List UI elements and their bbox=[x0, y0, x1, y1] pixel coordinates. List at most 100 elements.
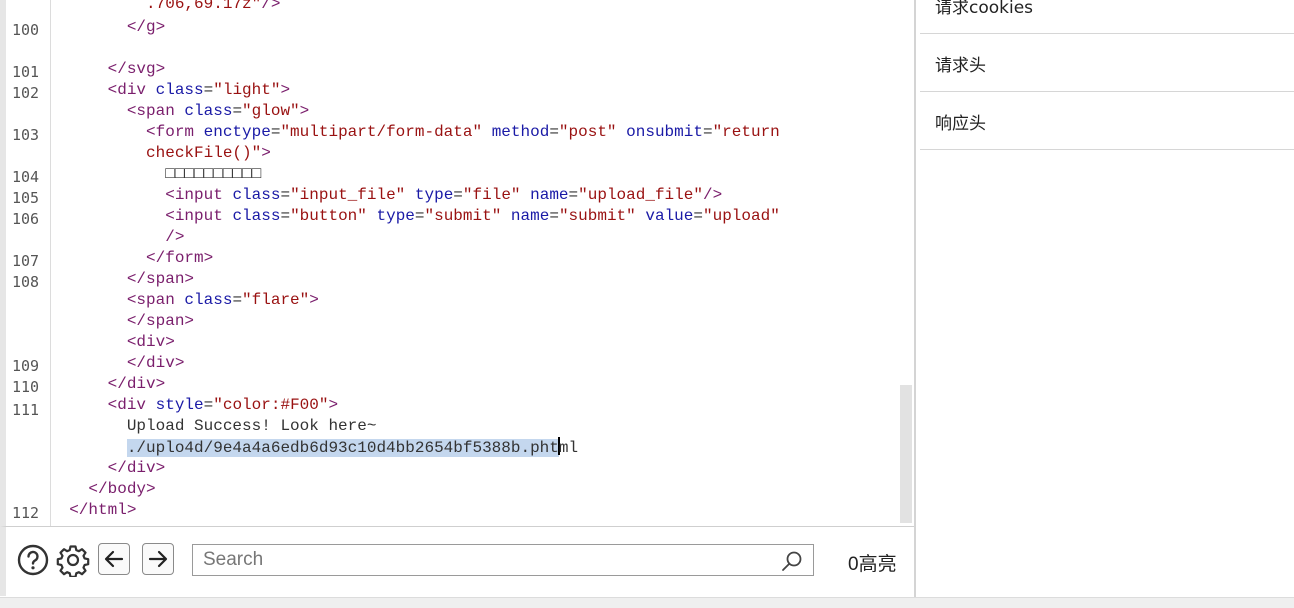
code-token: /> bbox=[702, 186, 723, 204]
code-line: </div> bbox=[50, 353, 185, 374]
code-token: > bbox=[299, 102, 310, 120]
code-line: <div style="color:#F00"> bbox=[50, 395, 338, 416]
code-token: method bbox=[491, 123, 550, 141]
code-token: "glow" bbox=[242, 102, 300, 120]
line-number: 106 bbox=[12, 210, 40, 228]
forward-button[interactable] bbox=[142, 543, 174, 575]
code-area[interactable]: .706,69.17z"/> </g> </svg> <div class="l… bbox=[50, 0, 898, 526]
code-token: = bbox=[280, 207, 291, 225]
selected-text: ./uplo4d/9e4a4a6edb6d93c10d4bb2654bf5388… bbox=[126, 439, 559, 457]
code-token: class bbox=[232, 186, 281, 204]
code-token: </ bbox=[107, 459, 127, 477]
code-token: > bbox=[261, 144, 271, 162]
code-token: "submit" bbox=[558, 207, 636, 225]
code-token: = bbox=[549, 207, 559, 225]
code-token: > bbox=[155, 60, 166, 78]
arrow-left-icon bbox=[104, 550, 124, 568]
code-token: class bbox=[184, 102, 233, 120]
code-line: </g> bbox=[50, 17, 165, 38]
code-token: /> bbox=[261, 0, 281, 13]
code-token: </ bbox=[107, 60, 127, 78]
code-line: /> bbox=[50, 227, 184, 248]
code-token: <span bbox=[126, 102, 185, 120]
code-token: enctype bbox=[203, 123, 271, 141]
code-token: "input_file" bbox=[290, 186, 406, 204]
line-number: 108 bbox=[12, 273, 40, 291]
code-line: Upload Success! Look here~ bbox=[50, 416, 377, 437]
code-token: span bbox=[146, 312, 185, 330]
code-token: class bbox=[184, 291, 233, 309]
code-line: </div> bbox=[50, 374, 166, 395]
code-token: body bbox=[107, 480, 147, 498]
code-line: </body> bbox=[50, 479, 155, 500]
magnifier-icon[interactable] bbox=[781, 550, 803, 576]
code-token: "return bbox=[712, 123, 780, 141]
back-button[interactable] bbox=[98, 543, 130, 575]
code-token: "submit" bbox=[424, 207, 502, 225]
search-box bbox=[192, 544, 814, 576]
line-number-gutter: 100 101 102 103 104 105 106 107 108 109 110 111 112 bbox=[6, 0, 51, 526]
code-token: = bbox=[270, 123, 281, 141]
code-token: div bbox=[126, 375, 156, 393]
code-token: <input bbox=[165, 186, 233, 204]
bottom-toolbar: 0高亮 bbox=[0, 526, 914, 596]
code-line: <form enctype="multipart/form-data" meth… bbox=[50, 122, 780, 143]
code-token: "light" bbox=[213, 81, 281, 99]
code-token: "file" bbox=[462, 186, 521, 204]
code-token: form bbox=[165, 249, 204, 267]
vertical-scrollbar[interactable] bbox=[900, 385, 912, 523]
code-token: name bbox=[530, 186, 569, 204]
code-line: <input class="input_file" type="file" na… bbox=[50, 185, 722, 206]
code-token: "upload_file" bbox=[578, 186, 703, 204]
code-token: </ bbox=[107, 375, 127, 393]
code-line: </form> bbox=[50, 248, 213, 269]
code-token: = bbox=[280, 186, 291, 204]
side-item-request-cookies[interactable]: 请求cookies bbox=[920, 0, 1294, 34]
side-item-label: 响应头 bbox=[935, 114, 986, 134]
code-token: /> bbox=[165, 228, 185, 246]
gear-icon[interactable] bbox=[56, 543, 90, 578]
code-token: = bbox=[549, 123, 559, 141]
code-token: html bbox=[88, 501, 127, 519]
code-line: <div> bbox=[50, 332, 175, 353]
code-token: > bbox=[203, 249, 214, 267]
code-token: type bbox=[414, 186, 454, 204]
code-token: g bbox=[146, 18, 156, 36]
code-token: Upload Success! Look here~ bbox=[126, 417, 377, 435]
line-number: 102 bbox=[12, 84, 40, 102]
side-item-response-headers[interactable]: 响应头 bbox=[920, 92, 1294, 150]
code-line: .706,69.17z"/> bbox=[50, 0, 280, 15]
source-code-view[interactable]: 100 101 102 103 104 105 106 107 108 109 110 111 112 … bbox=[0, 0, 914, 526]
code-line: checkFile()"> bbox=[50, 143, 271, 164]
code-line: <span class="flare"> bbox=[50, 290, 319, 311]
code-token: > bbox=[184, 312, 195, 330]
code-token: > bbox=[184, 270, 195, 288]
line-number: 103 bbox=[12, 126, 40, 144]
code-token: "button" bbox=[290, 207, 367, 225]
line-number: 105 bbox=[12, 189, 40, 207]
question-circle-icon[interactable] bbox=[16, 543, 50, 577]
code-token: </ bbox=[88, 480, 108, 498]
line-number: 109 bbox=[12, 357, 40, 375]
search-input[interactable] bbox=[193, 545, 793, 575]
line-number: 112 bbox=[12, 504, 40, 522]
code-token: = bbox=[203, 81, 214, 99]
code-token: = bbox=[232, 102, 243, 120]
code-line: <span class="glow"> bbox=[50, 101, 309, 122]
code-token: > bbox=[174, 354, 185, 372]
code-token: <form bbox=[146, 123, 204, 141]
code-token: value bbox=[645, 207, 694, 225]
code-token: = bbox=[702, 123, 713, 141]
code-token: </ bbox=[69, 501, 89, 519]
arrow-right-icon bbox=[148, 550, 168, 568]
side-item-request-headers[interactable]: 请求头 bbox=[920, 34, 1294, 92]
code-token: "multipart/form-data" bbox=[280, 123, 483, 141]
code-token: </ bbox=[126, 312, 147, 330]
code-token: .706,69.17z" bbox=[146, 0, 262, 13]
pane-divider[interactable] bbox=[914, 0, 916, 597]
code-token: </ bbox=[126, 270, 147, 288]
code-token: = bbox=[453, 186, 463, 204]
code-line: </span> bbox=[50, 269, 194, 290]
